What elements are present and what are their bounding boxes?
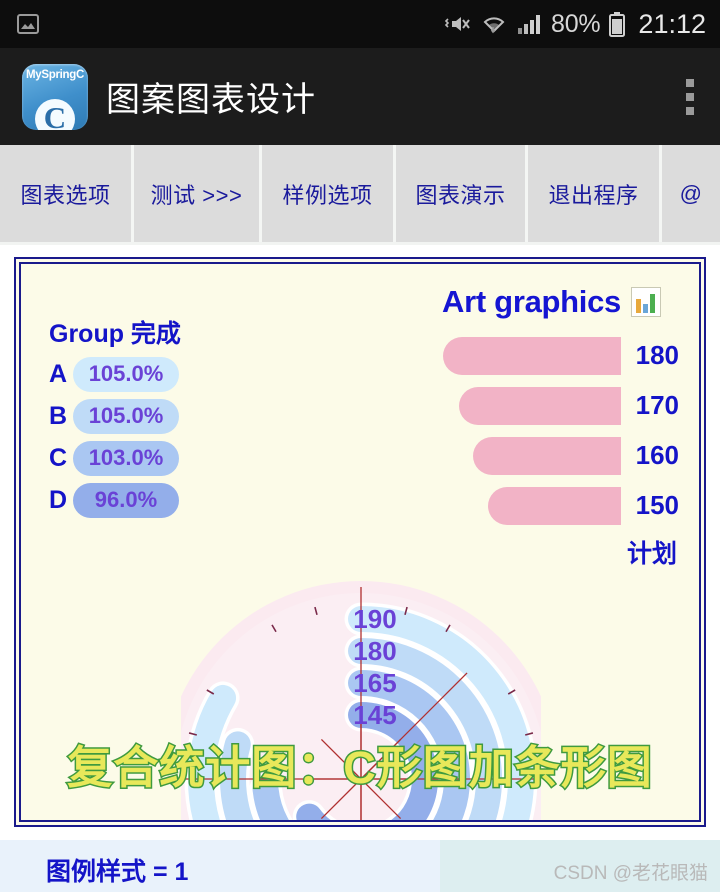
legend-item-key: D xyxy=(49,485,68,514)
status-left-icons xyxy=(16,12,40,36)
mute-vibrate-icon xyxy=(444,17,470,31)
image-icon xyxy=(17,14,39,34)
bar-value-label: 150 xyxy=(635,490,679,520)
bar-item: 170 xyxy=(443,384,683,427)
app-icon-letter: C xyxy=(43,99,67,130)
tab-label: @ xyxy=(679,180,703,206)
bar-value-label: 160 xyxy=(635,440,679,470)
bar-value-label: 170 xyxy=(635,390,679,420)
legend-item-key: A xyxy=(49,359,68,388)
tab-6[interactable]: @ xyxy=(662,145,720,242)
legend-title: Group 完成 xyxy=(49,320,181,348)
legend-item-key: B xyxy=(49,401,68,430)
bar-shape xyxy=(459,386,621,425)
chart-caption: 复合统计图：C形图加条形图 xyxy=(66,741,654,795)
overflow-dot xyxy=(686,92,694,101)
bar-chart-icon-bar xyxy=(643,304,648,313)
app-icon: MySpringC C xyxy=(22,63,88,130)
tab-4[interactable]: 图表演示 xyxy=(396,145,528,242)
legend-item: B 105.0% xyxy=(49,398,179,434)
bar-shape xyxy=(473,436,621,475)
bar-value-label: 180 xyxy=(635,340,679,370)
chart-panel: 190 180 165 145 Art graphics Group 完成 A 105.… xyxy=(14,257,706,827)
overflow-dot xyxy=(686,78,694,87)
bar-rows: 180 170 160 150 xyxy=(443,334,683,527)
overflow-menu-button[interactable] xyxy=(682,75,698,119)
legend-item: D 96.0% xyxy=(49,482,179,518)
bar-item: 160 xyxy=(443,434,683,477)
legend-item-value: 96.0% xyxy=(73,482,179,518)
bar-series: 180 170 160 150 计划 xyxy=(443,334,683,570)
watermark: CSDN @老花眼猫 xyxy=(553,863,708,884)
tab-5[interactable]: 退出程序 xyxy=(528,145,662,242)
chart-canvas: 190 180 165 145 Art graphics Group 完成 A 105.… xyxy=(19,262,701,822)
wifi-icon xyxy=(483,17,505,34)
battery-percent-label: 80% xyxy=(550,9,601,38)
legend: Group 完成 A 105.0% B 105.0% C 103.0% D 96.0% xyxy=(49,314,181,524)
tab-label: 测试 >>> xyxy=(150,182,243,208)
status-right-icons: 80% 21:12 xyxy=(444,9,706,40)
legend-item: A 105.0% xyxy=(49,356,179,392)
signal-icon xyxy=(517,15,540,34)
legend-item-value: 105.0% xyxy=(73,356,179,392)
overflow-dot xyxy=(686,106,694,115)
art-graphics-label: Art graphics xyxy=(442,284,621,319)
radial-value-label: 145 xyxy=(353,700,396,730)
bar-item: 180 xyxy=(443,334,683,377)
legend-item-value: 105.0% xyxy=(73,398,179,434)
app-icon-label: MySpringC xyxy=(26,68,84,81)
tab-label: 图表选项 xyxy=(20,182,111,208)
radial-value-label: 190 xyxy=(353,604,396,634)
radial-value-label: 165 xyxy=(353,668,396,698)
bar-chart-icon xyxy=(631,287,661,317)
status-clock: 21:12 xyxy=(638,8,706,39)
legend-item-value: 103.0% xyxy=(73,440,179,476)
legend-item: C 103.0% xyxy=(49,440,179,476)
legend-rows: A 105.0% B 105.0% C 103.0% D 96.0% xyxy=(49,356,179,518)
app-title-bar: MySpringC C 图案图表设计 xyxy=(0,48,720,145)
battery-icon xyxy=(609,12,626,37)
tab-2[interactable]: 测试 >>> xyxy=(134,145,262,242)
bar-shape xyxy=(443,336,621,375)
radial-value-label: 180 xyxy=(353,636,396,666)
tab-1[interactable]: 图表选项 xyxy=(0,145,134,242)
bar-shape xyxy=(488,486,621,525)
bottom-status-bar: 图例样式 = 1 CSDN @老花眼猫 xyxy=(0,840,720,892)
tab-bar: 图表选项 测试 >>> 样例选项 图表演示 退出程序 @ xyxy=(0,145,720,245)
bar-series-label: 计划 xyxy=(626,540,677,568)
bar-item: 150 xyxy=(443,484,683,527)
bar-chart-icon-bar xyxy=(636,299,641,313)
bar-chart-icon-bar xyxy=(650,294,655,313)
legend-style-label: 图例样式 = 1 xyxy=(46,858,189,886)
tab-label: 退出程序 xyxy=(548,182,639,208)
tab-label: 样例选项 xyxy=(282,182,373,208)
legend-item-key: C xyxy=(49,443,68,472)
android-status-bar: 80% 21:12 xyxy=(0,0,720,48)
tab-3[interactable]: 样例选项 xyxy=(262,145,396,242)
app-icon-disc: C xyxy=(35,98,75,130)
tab-label: 图表演示 xyxy=(415,182,506,208)
art-graphics-title: Art graphics xyxy=(442,284,661,320)
page-title: 图案图表设计 xyxy=(106,81,316,119)
